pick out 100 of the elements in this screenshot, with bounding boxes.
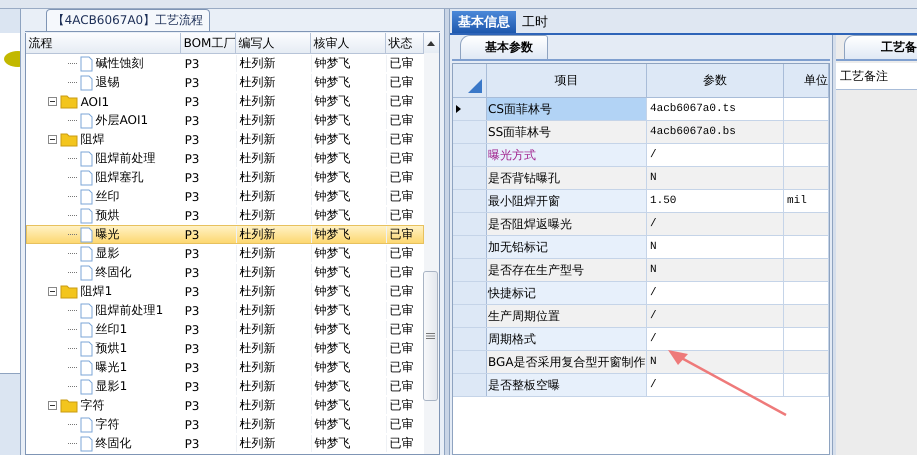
table-cell: 钟梦飞 [312,169,387,186]
table-cell: 是否整板空曝 [487,374,647,396]
node-label: 阻焊 [80,131,105,148]
column-header[interactable]: 编写人 [236,33,311,53]
folder-icon [60,94,78,109]
table-cell: P3 [182,321,237,338]
table-cell: P3 [182,416,237,433]
column-header[interactable]: 参数 [647,64,784,97]
table-cell: P3 [182,340,237,357]
table-cell: 钟梦飞 [312,416,387,433]
table-cell: P3 [182,264,237,281]
table-cell: 杜列新 [236,302,312,319]
scroll-up-icon[interactable] [427,40,436,46]
node-label: 外层AOI1 [96,112,148,129]
file-icon [80,226,93,242]
node-label: 终固化 [96,435,132,452]
table-cell: 杜列新 [236,74,312,91]
node-label: 退锡 [96,74,120,91]
column-header[interactable]: 状态 [386,33,424,53]
node-label: 曝光1 [96,359,128,376]
tree-row[interactable]: 字符 P3 杜列新 钟梦飞 已审 [26,396,424,415]
table-cell: 钟梦飞 [312,74,387,91]
node-label: 阻焊前处理1 [96,302,164,319]
table-cell: P3 [182,302,237,319]
table-cell: 钟梦飞 [312,340,387,357]
table-cell: 钟梦飞 [312,397,387,414]
table-cell: 杜列新 [236,55,312,72]
collapse-icon[interactable] [48,97,57,106]
node-label: 显影1 [96,378,128,395]
file-icon [80,416,93,432]
file-icon [80,246,93,262]
column-header[interactable]: 项目 [487,64,647,97]
table-cell: 杜列新 [236,378,312,395]
table-cell: / [647,213,784,235]
file-icon [80,56,93,72]
node-label: 字符 [96,416,120,433]
file-icon [80,302,93,318]
column-header[interactable]: BOM工厂 [180,33,236,53]
unit-text: mil [787,195,807,207]
node-label: 丝印 [96,188,120,205]
collapse-icon[interactable] [48,287,57,296]
table-cell: P3 [182,226,237,243]
file-icon [80,436,93,452]
table-cell: 钟梦飞 [312,302,387,319]
table-cell: 杜列新 [236,131,312,148]
node-label: 终固化 [96,264,132,281]
table-cell: 杜列新 [236,416,312,433]
scrollbar-thumb[interactable] [422,271,438,401]
table-cell: 杜列新 [236,207,312,224]
folder-icon [60,284,78,299]
table-cell: 杜列新 [236,397,312,414]
table-cell: P3 [182,245,237,262]
collapse-icon[interactable] [48,401,57,410]
column-header[interactable]: 单位 [784,64,829,97]
table-cell: P3 [182,207,237,224]
table-cell: 钟梦飞 [312,283,387,300]
folder-icon [60,398,78,413]
file-icon [80,112,93,128]
table-cell: 是否存在生产型号 [487,259,647,281]
tree-row[interactable]: 阻焊 P3 杜列新 钟梦飞 已审 [26,130,424,149]
tab[interactable]: 基本信息 [452,11,516,33]
collapse-icon[interactable] [48,135,57,144]
node-label: 丝印1 [96,321,128,338]
tree-row[interactable]: AOI1 P3 杜列新 钟梦飞 已审 [26,92,424,111]
column-header[interactable]: 流程 [26,33,181,53]
table-cell: N [647,236,784,258]
table-cell: 钟梦飞 [312,112,387,129]
table-cell: 杜列新 [236,169,312,186]
table-cell: 最小阻焊开窗 [487,190,647,212]
file-icon [80,378,93,394]
table-cell: / [647,328,784,350]
table-cell: 杜列新 [236,321,312,338]
table-cell: 1.50 [647,190,784,212]
table-cell: 钟梦飞 [312,226,387,243]
table-cell: P3 [182,150,237,167]
table-cell: / [647,282,784,304]
table-cell: P3 [182,188,237,205]
table-cell: 钟梦飞 [312,150,387,167]
table-cell: 杜列新 [236,435,312,452]
column-header[interactable]: 核审人 [310,33,386,53]
table-cell: 是否背钻曝孔 [487,167,647,189]
node-label: 预烘 [96,207,120,224]
file-icon [80,264,93,280]
file-icon [80,208,93,224]
node-label: 阻焊塞孔 [96,169,144,186]
file-icon [80,360,93,376]
table-cell: 钟梦飞 [312,93,387,110]
table-cell: N [647,259,784,281]
tab[interactable]: 工时 [516,11,554,33]
row-header[interactable] [453,98,487,120]
table-cell: 4acb6067a0.ts [647,98,784,120]
tree-row[interactable]: 曝光 P3 杜列新 钟梦飞 已审 [26,225,424,244]
sub-tab[interactable]: 工艺备 [844,35,917,59]
folder-icon [60,132,78,147]
sub-tab[interactable]: 基本参数 [460,35,548,59]
table-cell: 钟梦飞 [312,378,387,395]
node-label: 曝光 [96,226,120,243]
table-cell: / [647,374,784,396]
table-cell: 钟梦飞 [312,264,387,281]
file-icon [80,74,93,90]
